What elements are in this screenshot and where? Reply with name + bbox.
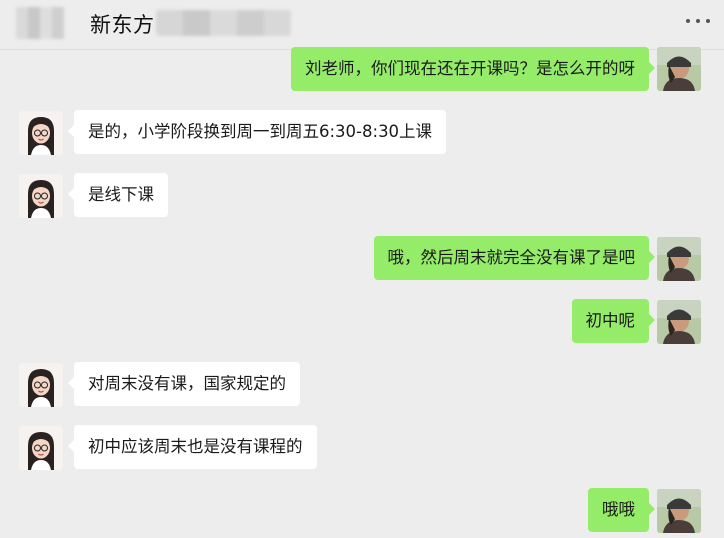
teacher-avatar[interactable] [19, 363, 63, 407]
teacher-avatar[interactable] [19, 174, 63, 218]
message-bubble-incoming[interactable]: 对周末没有课，国家规定的 [68, 362, 300, 406]
user-avatar[interactable] [657, 489, 701, 533]
message-bubble-outgoing[interactable]: 刘老师，你们现在还在开课吗？是怎么开的呀 [291, 47, 655, 91]
blurred-title-suffix [156, 10, 291, 36]
message-bubble-outgoing[interactable]: 哦，然后周末就完全没有课了是吧 [373, 236, 655, 280]
more-options-icon[interactable] [686, 16, 710, 26]
chat-header: 新东方 [0, 0, 724, 50]
message-bubble-outgoing[interactable]: 哦哦 [588, 488, 655, 532]
message-bubble-incoming[interactable]: 是的，小学阶段换到周一到周五6:30-8:30上课 [67, 110, 447, 154]
user-avatar[interactable] [657, 300, 701, 344]
teacher-avatar[interactable] [19, 426, 63, 470]
message-bubble-outgoing[interactable]: 初中呢 [571, 299, 655, 343]
blurred-avatar [16, 7, 64, 39]
teacher-avatar[interactable] [19, 111, 63, 155]
chat-title: 新东方 [90, 13, 155, 37]
message-bubble-incoming[interactable]: 是线下课 [68, 173, 168, 217]
user-avatar[interactable] [657, 237, 701, 281]
message-bubble-incoming[interactable]: 初中应该周末也是没有课程的 [68, 425, 317, 469]
user-avatar[interactable] [657, 47, 701, 91]
